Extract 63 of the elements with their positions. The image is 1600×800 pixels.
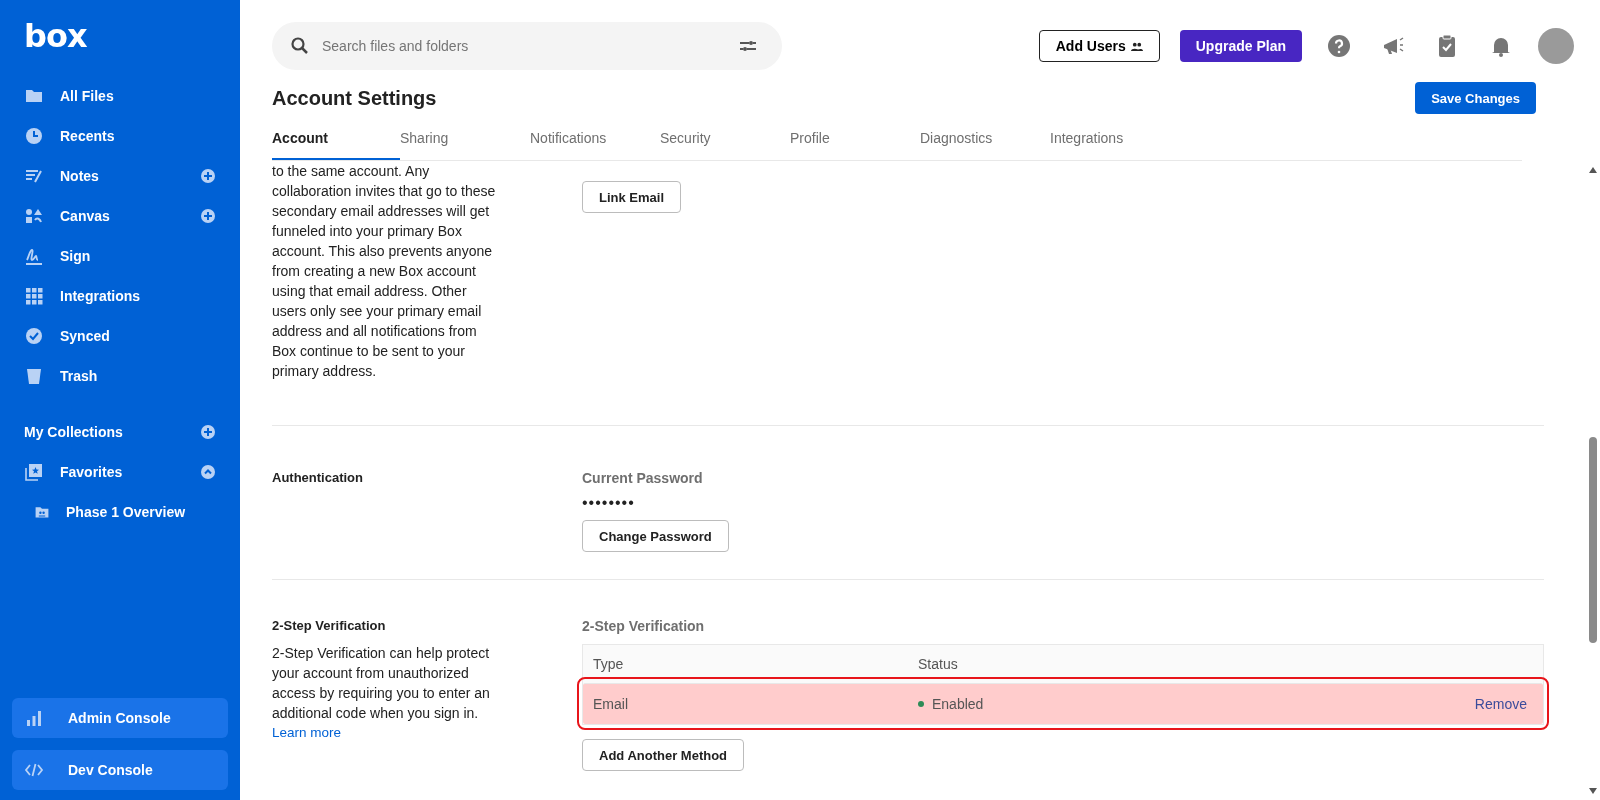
column-header: Status bbox=[917, 656, 959, 672]
add-icon[interactable] bbox=[200, 168, 216, 184]
tab[interactable]: Integrations bbox=[1050, 120, 1180, 160]
table-title: 2-Step Verification bbox=[582, 618, 706, 634]
nav-item[interactable]: Canvas bbox=[60, 208, 184, 224]
nav-item[interactable]: Phase 1 Overview bbox=[66, 504, 216, 520]
tab[interactable]: Notifications bbox=[530, 120, 660, 160]
scrollbar-thumb[interactable] bbox=[1589, 437, 1597, 643]
star-folder-icon bbox=[24, 462, 44, 482]
link-email-button[interactable]: Link Email bbox=[582, 181, 682, 213]
tab[interactable]: Security bbox=[660, 120, 790, 160]
tab[interactable]: Profile bbox=[790, 120, 920, 160]
field-label: Current Password bbox=[582, 470, 704, 486]
section-label: Authentication bbox=[272, 470, 364, 485]
signature-icon bbox=[24, 246, 44, 266]
nav-item[interactable]: Favorites bbox=[60, 464, 184, 480]
clock-icon bbox=[24, 126, 44, 146]
add-method-button[interactable]: Add Another Method bbox=[582, 739, 745, 771]
page-title: Account Settings bbox=[272, 86, 437, 110]
bar-chart-icon bbox=[24, 708, 44, 728]
section-heading[interactable]: My Collections bbox=[24, 424, 184, 440]
avatar[interactable] bbox=[1538, 28, 1574, 64]
nav-item[interactable]: Notes bbox=[60, 168, 184, 184]
add-users-button[interactable]: Add Users bbox=[1038, 30, 1160, 62]
search-bar[interactable]: Search files and folders bbox=[272, 22, 782, 70]
console-button[interactable]: Dev Console bbox=[12, 750, 228, 790]
nav-item[interactable]: Integrations bbox=[60, 288, 216, 304]
scroll-up-icon[interactable] bbox=[1589, 167, 1597, 173]
tab[interactable]: Sharing bbox=[400, 120, 530, 160]
status-text: Enabled bbox=[932, 696, 984, 712]
description-text: to the same account. Any collaboration invites that go to these secondary email addresses will get funneled into your primary Box account. This also prevents anyone from creating a new Box account using that email address. Other users only see your primary email address and all notifications from Box continue to be sent to your primary address. bbox=[272, 162, 497, 381]
logo[interactable]: box bbox=[24, 20, 87, 52]
remove-link[interactable]: Remove bbox=[1474, 696, 1527, 712]
nav-item[interactable]: Synced bbox=[60, 328, 216, 344]
nav-item[interactable]: Trash bbox=[60, 368, 216, 384]
search-icon bbox=[290, 36, 310, 56]
shapes-icon bbox=[24, 206, 44, 226]
shared-folder-icon bbox=[34, 504, 50, 520]
collapse-icon[interactable] bbox=[200, 464, 216, 480]
tab[interactable]: Diagnostics bbox=[920, 120, 1050, 160]
search-field[interactable]: Search files and folders bbox=[320, 37, 728, 55]
nav-item[interactable]: Sign bbox=[60, 248, 216, 264]
section-label: 2-Step Verification bbox=[272, 618, 387, 633]
add-icon[interactable] bbox=[200, 208, 216, 224]
scroll-down-icon[interactable] bbox=[1589, 788, 1597, 794]
check-circle-icon bbox=[24, 326, 44, 346]
grid-icon bbox=[24, 286, 44, 306]
upgrade-plan-button[interactable]: Upgrade Plan bbox=[1179, 30, 1302, 62]
description-text: 2-Step Verification can help protect your account from unauthorized access by requiring you to enter an additional code when you sign in. bbox=[272, 644, 491, 723]
tab[interactable]: Account bbox=[272, 120, 400, 160]
trash-icon bbox=[24, 366, 44, 386]
learn-more-link[interactable]: Learn more bbox=[272, 725, 342, 740]
password-value: •••••••• bbox=[582, 494, 636, 512]
people-icon bbox=[1130, 41, 1143, 51]
help-icon[interactable] bbox=[1327, 34, 1351, 58]
save-changes-button[interactable]: Save Changes bbox=[1415, 82, 1536, 114]
column-header: Type bbox=[592, 656, 625, 672]
nav-item[interactable]: All Files bbox=[60, 88, 216, 104]
console-button[interactable]: Admin Console bbox=[12, 698, 228, 738]
change-password-button[interactable]: Change Password bbox=[582, 520, 729, 552]
nav-item[interactable]: Recents bbox=[60, 128, 216, 144]
table-cell-text: Email bbox=[592, 696, 629, 712]
add-icon[interactable] bbox=[200, 424, 216, 440]
